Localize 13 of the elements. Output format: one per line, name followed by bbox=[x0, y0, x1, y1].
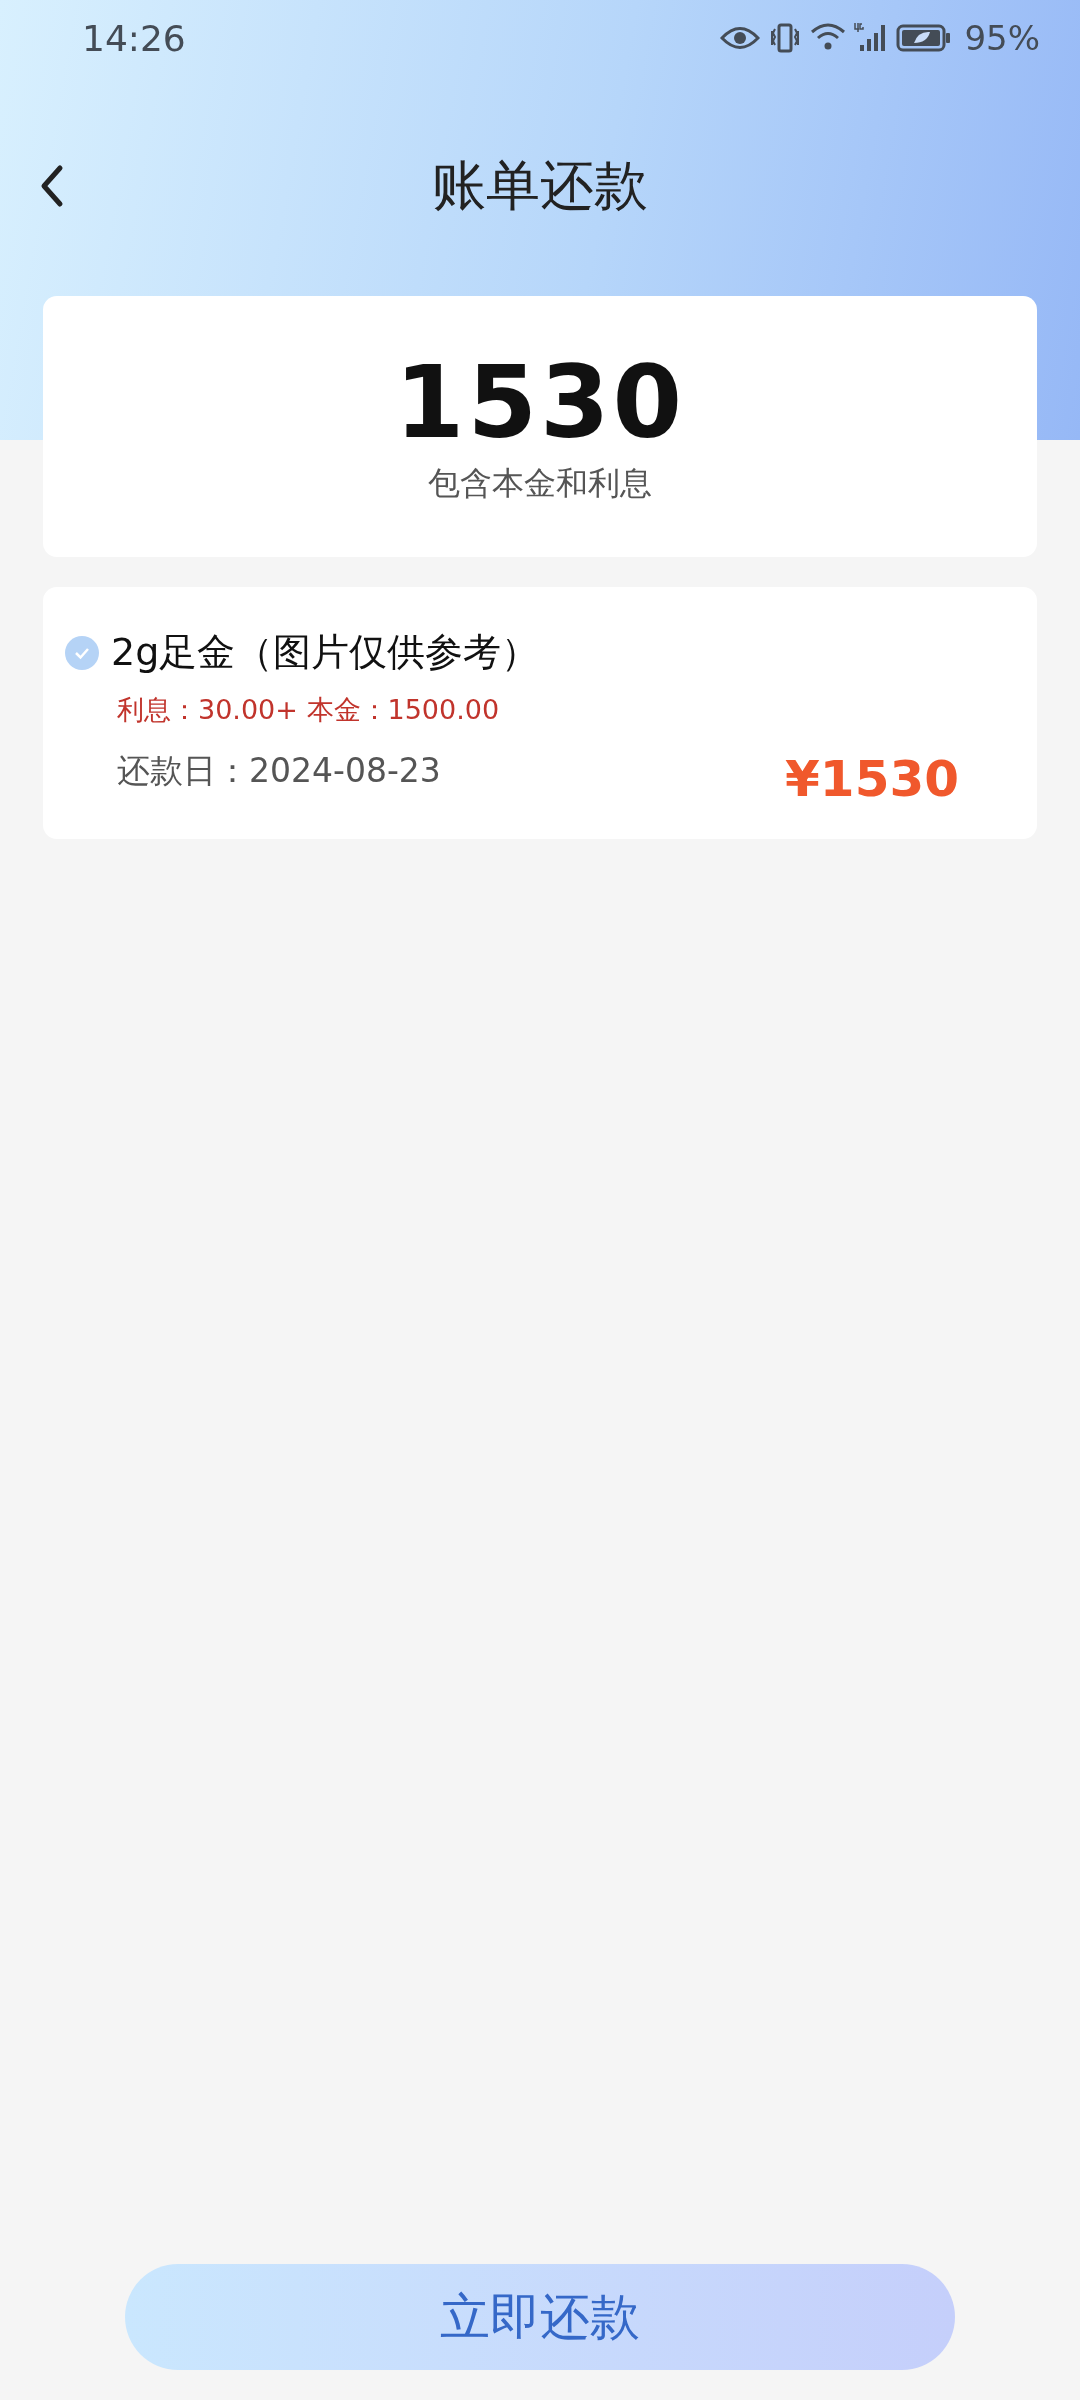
item-name: 2g足金（图片仅供参考） bbox=[111, 629, 540, 676]
amount-breakdown: 利息：30.00+ 本金：1500.00 bbox=[117, 693, 501, 727]
due-date: 还款日：2024-08-23 bbox=[117, 749, 441, 792]
battery-icon bbox=[896, 23, 953, 53]
checkbox[interactable] bbox=[65, 635, 99, 670]
total-amount: 1530 bbox=[394, 347, 686, 458]
eye-icon bbox=[720, 25, 761, 51]
page-title: 账单还款 bbox=[432, 152, 648, 219]
status-time: 14:26 bbox=[82, 17, 186, 59]
amount-caption: 包含本金和利息 bbox=[428, 462, 652, 504]
item-amount: ¥1530 bbox=[785, 750, 959, 808]
pay-now-button[interactable]: 立即还款 bbox=[125, 2264, 955, 2370]
battery-level: 95% bbox=[964, 18, 1040, 58]
